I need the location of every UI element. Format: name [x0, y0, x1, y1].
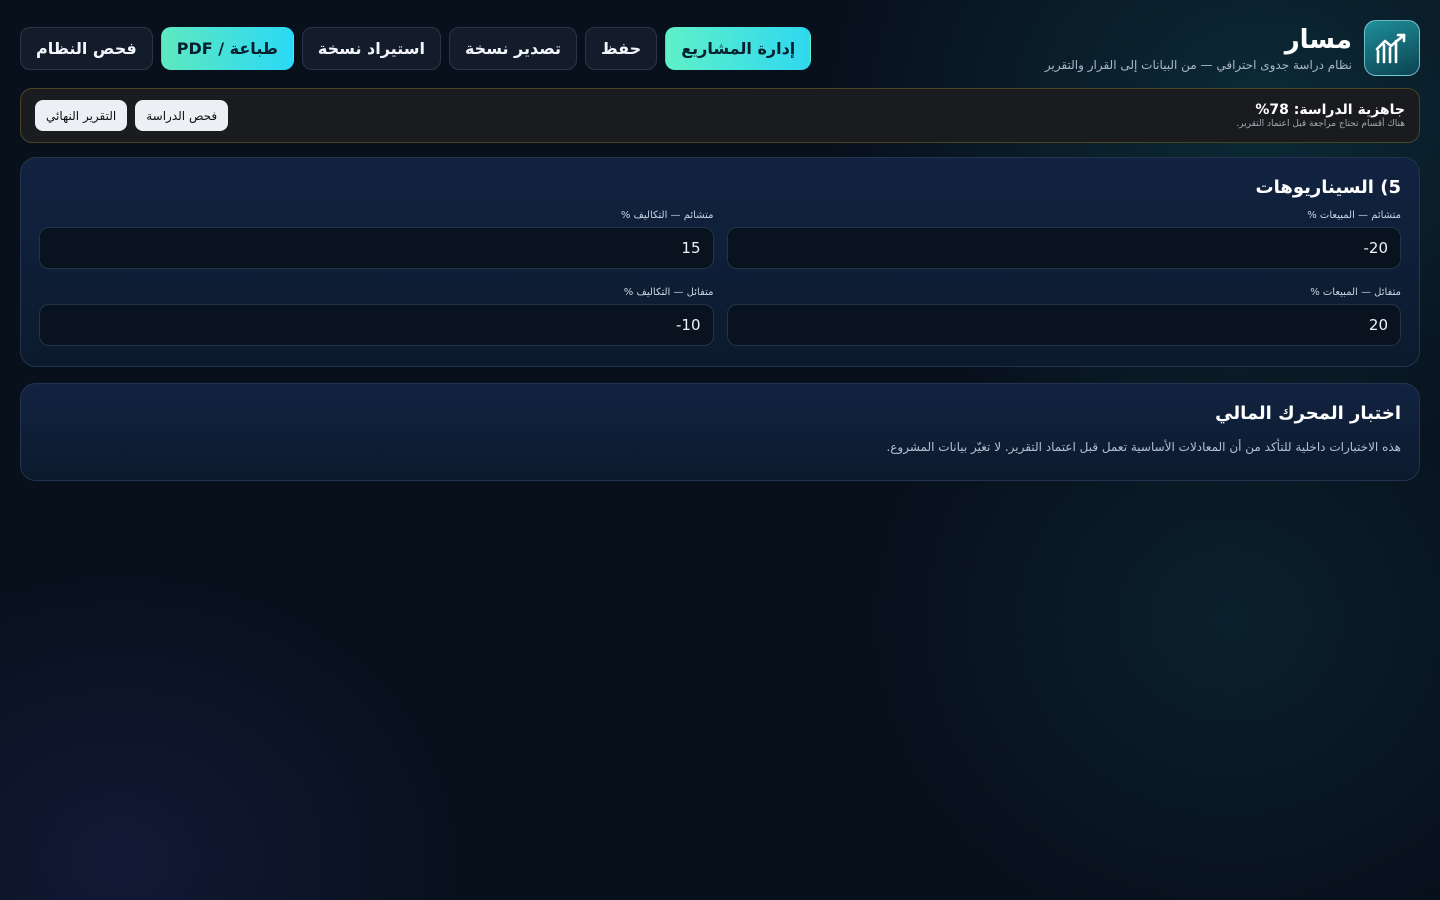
print-pdf-button[interactable]: طباعة / PDF: [160, 26, 294, 70]
optimistic-sales-field: متفائل — المبيعات %: [726, 287, 1401, 346]
export-button[interactable]: تصدير نسخة: [448, 26, 578, 70]
header: مسار نظام دراسة جدوى احترافي — من البيان…: [20, 20, 1420, 76]
readiness-note: هناك أقسام تحتاج مراجعة قبل اعتماد التقر…: [1236, 119, 1405, 129]
pessimistic-sales-label: متشائم — المبيعات %: [1307, 210, 1401, 221]
brand-text: مسار نظام دراسة جدوى احترافي — من البيان…: [1045, 25, 1352, 72]
toolbar: إدارة المشاريع حفظ تصدير نسخة استيراد نس…: [20, 26, 812, 70]
readiness-title: جاهزية الدراسة: 78%: [1255, 102, 1405, 118]
app-name: مسار: [1284, 24, 1352, 55]
pessimistic-sales-field: متشائم — المبيعات %: [726, 210, 1401, 269]
scenarios-card: 5) السيناريوهات متشائم — المبيعات % متشا…: [20, 157, 1420, 367]
engine-test-description: هذه الاختبارات داخلية للتأكد من أن المعا…: [886, 440, 1401, 454]
engine-test-title: اختبار المحرك المالي: [1215, 403, 1401, 424]
scenarios-title: 5) السيناريوهات: [1255, 177, 1401, 198]
pessimistic-costs-label: متشائم — التكاليف %: [620, 210, 714, 221]
app-root: مسار نظام دراسة جدوى احترافي — من البيان…: [20, 20, 1420, 481]
system-check-button[interactable]: فحص النظام: [20, 26, 153, 70]
pessimistic-sales-input[interactable]: [726, 227, 1401, 269]
readiness-actions: فحص الدراسة التقرير النهائي: [35, 100, 229, 131]
rising-chart-icon: [1364, 20, 1420, 76]
save-button[interactable]: حفظ: [585, 26, 658, 70]
engine-test-card: اختبار المحرك المالي هذه الاختبارات داخل…: [20, 383, 1420, 481]
brand: مسار نظام دراسة جدوى احترافي — من البيان…: [1045, 20, 1420, 76]
optimistic-costs-label: متفائل — التكاليف %: [623, 287, 714, 298]
projects-button[interactable]: إدارة المشاريع: [665, 26, 812, 70]
final-report-button[interactable]: التقرير النهائي: [35, 100, 128, 131]
check-study-button[interactable]: فحص الدراسة: [135, 100, 229, 131]
optimistic-costs-input[interactable]: [39, 304, 714, 346]
optimistic-sales-label: متفائل — المبيعات %: [1310, 287, 1401, 298]
readiness-banner: جاهزية الدراسة: 78% هناك أقسام تحتاج مرا…: [20, 88, 1420, 143]
readiness-text: جاهزية الدراسة: 78% هناك أقسام تحتاج مرا…: [1236, 102, 1405, 129]
optimistic-costs-field: متفائل — التكاليف %: [39, 287, 714, 346]
import-button[interactable]: استيراد نسخة: [301, 26, 441, 70]
app-subtitle: نظام دراسة جدوى احترافي — من البيانات إل…: [1044, 57, 1352, 72]
optimistic-sales-input[interactable]: [726, 304, 1401, 346]
scenarios-grid: متشائم — المبيعات % متشائم — التكاليف % …: [39, 210, 1401, 346]
pessimistic-costs-field: متشائم — التكاليف %: [39, 210, 714, 269]
pessimistic-costs-input[interactable]: [39, 227, 714, 269]
